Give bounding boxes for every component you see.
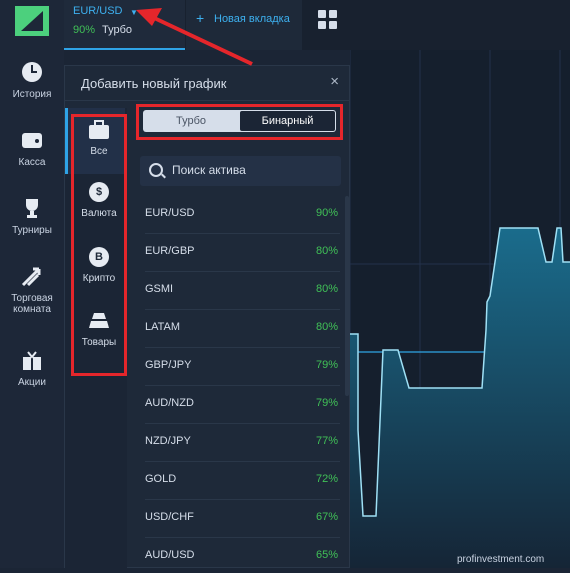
sidebar-item-tournaments[interactable]: Турниры	[0, 196, 64, 236]
sidebar-item-history[interactable]: История	[0, 60, 64, 100]
asset-name: GBP/JPY	[145, 359, 192, 371]
asset-name: EUR/USD	[145, 207, 195, 219]
modal-title: Добавить новый график	[81, 76, 227, 91]
category-selected-indicator	[65, 108, 68, 174]
price-chart[interactable]	[349, 50, 570, 568]
asset-name: NZD/JPY	[145, 435, 191, 447]
sidebar: История Касса Турниры Торговая комната А…	[0, 0, 64, 568]
asset-list-scrollbar[interactable]	[345, 196, 349, 396]
asset-name: GOLD	[145, 473, 177, 485]
asset-row[interactable]: GBP/JPY 79%	[145, 348, 340, 386]
search-placeholder: Поиск актива	[172, 163, 246, 177]
asset-name: GSMI	[145, 283, 174, 295]
asset-payout: 72%	[315, 473, 338, 485]
gift-icon	[23, 351, 41, 370]
clock-icon	[22, 62, 42, 82]
asset-payout: 77%	[315, 435, 338, 447]
layout-grid-icon[interactable]	[318, 10, 338, 30]
close-icon[interactable]: ×	[330, 73, 339, 90]
modal-header: Добавить новый график ×	[65, 66, 349, 101]
chart-svg	[349, 50, 570, 568]
sidebar-item-label: Акции	[18, 377, 46, 388]
annotation-arrow-icon	[136, 8, 253, 66]
asset-row[interactable]: GSMI 80%	[145, 272, 340, 310]
wallet-icon	[22, 133, 42, 148]
asset-payout: 80%	[315, 245, 338, 257]
asset-payout: 79%	[315, 397, 338, 409]
asset-row[interactable]: AUD/NZD 79%	[145, 386, 340, 424]
watermark: profinvestment.com	[457, 554, 545, 565]
sidebar-item-label: Касса	[18, 157, 46, 168]
asset-payout: 80%	[315, 283, 338, 295]
trade-arrows-icon	[21, 267, 41, 287]
asset-row[interactable]: USD/CHF 67%	[145, 500, 340, 538]
asset-name: USD/CHF	[145, 511, 194, 523]
asset-name: AUD/NZD	[145, 397, 194, 409]
asset-name: LATAM	[145, 321, 181, 333]
highlight-categories	[71, 114, 127, 376]
asset-payout: 79%	[315, 359, 338, 371]
sidebar-item-trade-room[interactable]: Торговая комната	[0, 264, 64, 315]
sidebar-item-cashier[interactable]: Касса	[0, 128, 64, 168]
sidebar-item-label: Турниры	[12, 225, 52, 236]
asset-row[interactable]: EUR/USD 90%	[145, 196, 340, 234]
sidebar-item-label: Торговая комната	[11, 293, 53, 315]
asset-row[interactable]: LATAM 80%	[145, 310, 340, 348]
asset-name: EUR/GBP	[145, 245, 195, 257]
sidebar-item-label: История	[12, 89, 52, 100]
logo-icon[interactable]	[15, 6, 49, 36]
asset-payout: 90%	[315, 207, 338, 219]
sidebar-item-promotions[interactable]: Акции	[0, 348, 64, 388]
asset-row[interactable]: NZD/JPY 77%	[145, 424, 340, 462]
highlight-toggle	[136, 104, 343, 140]
asset-row[interactable]: GOLD 72%	[145, 462, 340, 500]
asset-payout: 90%	[73, 24, 96, 36]
asset-search-input[interactable]: Поиск актива	[140, 156, 341, 186]
chart-area	[350, 228, 570, 568]
asset-payout: 65%	[315, 549, 338, 561]
asset-pair: EUR/USD	[73, 5, 123, 17]
asset-payout: 67%	[315, 511, 338, 523]
trophy-icon	[26, 199, 38, 218]
asset-name: AUD/USD	[145, 549, 195, 561]
asset-row[interactable]: EUR/GBP 80%	[145, 234, 340, 272]
asset-row[interactable]: AUD/USD 65%	[145, 538, 340, 568]
asset-payout: 80%	[315, 321, 338, 333]
search-icon	[149, 163, 163, 177]
